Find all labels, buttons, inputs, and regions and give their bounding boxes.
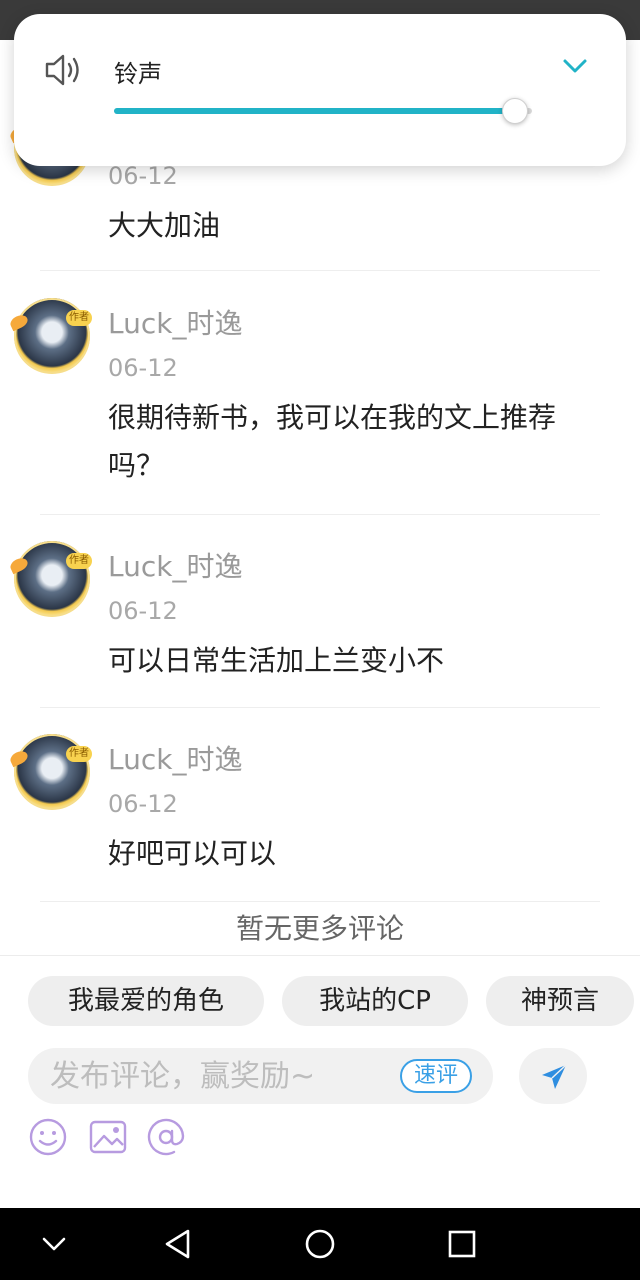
recents-square-icon[interactable] xyxy=(444,1226,480,1262)
comment-date: 06-12 xyxy=(108,790,178,818)
quick-comment-button[interactable]: 速评 xyxy=(400,1059,472,1093)
comment-input-wrap[interactable]: 速评 xyxy=(28,1048,493,1104)
comment-item[interactable]: 作者 Luck_时逸 06-12 很期待新书，我可以在我的文上推荐吗？ xyxy=(0,272,640,515)
image-icon[interactable] xyxy=(88,1117,128,1157)
speaker-icon xyxy=(45,54,79,86)
emoji-icon[interactable] xyxy=(28,1117,68,1157)
avatar-decoration xyxy=(8,312,30,332)
volume-slider-fill xyxy=(114,108,516,114)
back-chevron-icon[interactable] xyxy=(36,1226,72,1262)
comment-item[interactable]: 作者 Luck_时逸 06-12 可以日常生活加上兰变小不 xyxy=(0,515,640,708)
back-triangle-icon[interactable] xyxy=(160,1226,196,1262)
comment-username[interactable]: Luck_时逸 xyxy=(108,545,242,585)
mention-icon[interactable] xyxy=(146,1117,186,1157)
comment-text: 好吧可以可以 xyxy=(108,837,277,870)
author-badge: 作者 xyxy=(66,553,92,569)
screen: 06-12 大大加油 作者 Luck_时逸 06-12 很期待新书，我可以在我的… xyxy=(0,0,640,1280)
author-badge: 作者 xyxy=(66,746,92,762)
comment-username[interactable]: Luck_时逸 xyxy=(108,738,242,778)
home-circle-icon[interactable] xyxy=(302,1226,338,1262)
navigation-bar xyxy=(0,1208,640,1280)
avatar-decoration xyxy=(8,555,30,575)
volume-panel: 铃声 xyxy=(14,14,626,166)
comment-text: 很期待新书，我可以在我的文上推荐吗？ xyxy=(108,401,557,482)
chip-prophecy[interactable]: 神预言 xyxy=(486,976,634,1026)
chip-favorite-character[interactable]: 我最爱的角色 xyxy=(28,976,264,1026)
avatar[interactable]: 作者 xyxy=(8,298,92,374)
chevron-down-icon[interactable] xyxy=(562,56,588,76)
comment-date: 06-12 xyxy=(108,597,178,625)
comment-input[interactable] xyxy=(50,1048,380,1104)
author-badge: 作者 xyxy=(66,310,92,326)
comment-item[interactable]: 作者 Luck_时逸 06-12 好吧可以可以 xyxy=(0,708,640,903)
avatar[interactable]: 作者 xyxy=(8,734,92,810)
chip-cp[interactable]: 我站的CP xyxy=(282,976,468,1026)
volume-stream-label: 铃声 xyxy=(114,60,162,88)
send-button[interactable] xyxy=(519,1048,587,1104)
divider xyxy=(40,901,600,902)
comment-composer: 我最爱的角色 我站的CP 神预言 速评 xyxy=(0,955,640,1208)
comment-text: 大大加油 xyxy=(108,209,221,242)
comment-username[interactable]: Luck_时逸 xyxy=(108,302,242,342)
volume-slider-thumb[interactable] xyxy=(502,98,529,124)
divider xyxy=(40,270,600,271)
comment-list[interactable]: 06-12 大大加油 作者 Luck_时逸 06-12 很期待新书，我可以在我的… xyxy=(0,40,640,955)
comment-text: 可以日常生活加上兰变小不 xyxy=(108,644,445,677)
send-icon xyxy=(542,1064,567,1089)
comment-date: 06-12 xyxy=(108,162,178,190)
comment-date: 06-12 xyxy=(108,354,178,382)
avatar-decoration xyxy=(8,748,30,768)
avatar[interactable]: 作者 xyxy=(8,541,92,617)
no-more-comments: 暂无更多评论 xyxy=(235,912,404,945)
volume-slider[interactable] xyxy=(114,108,532,114)
